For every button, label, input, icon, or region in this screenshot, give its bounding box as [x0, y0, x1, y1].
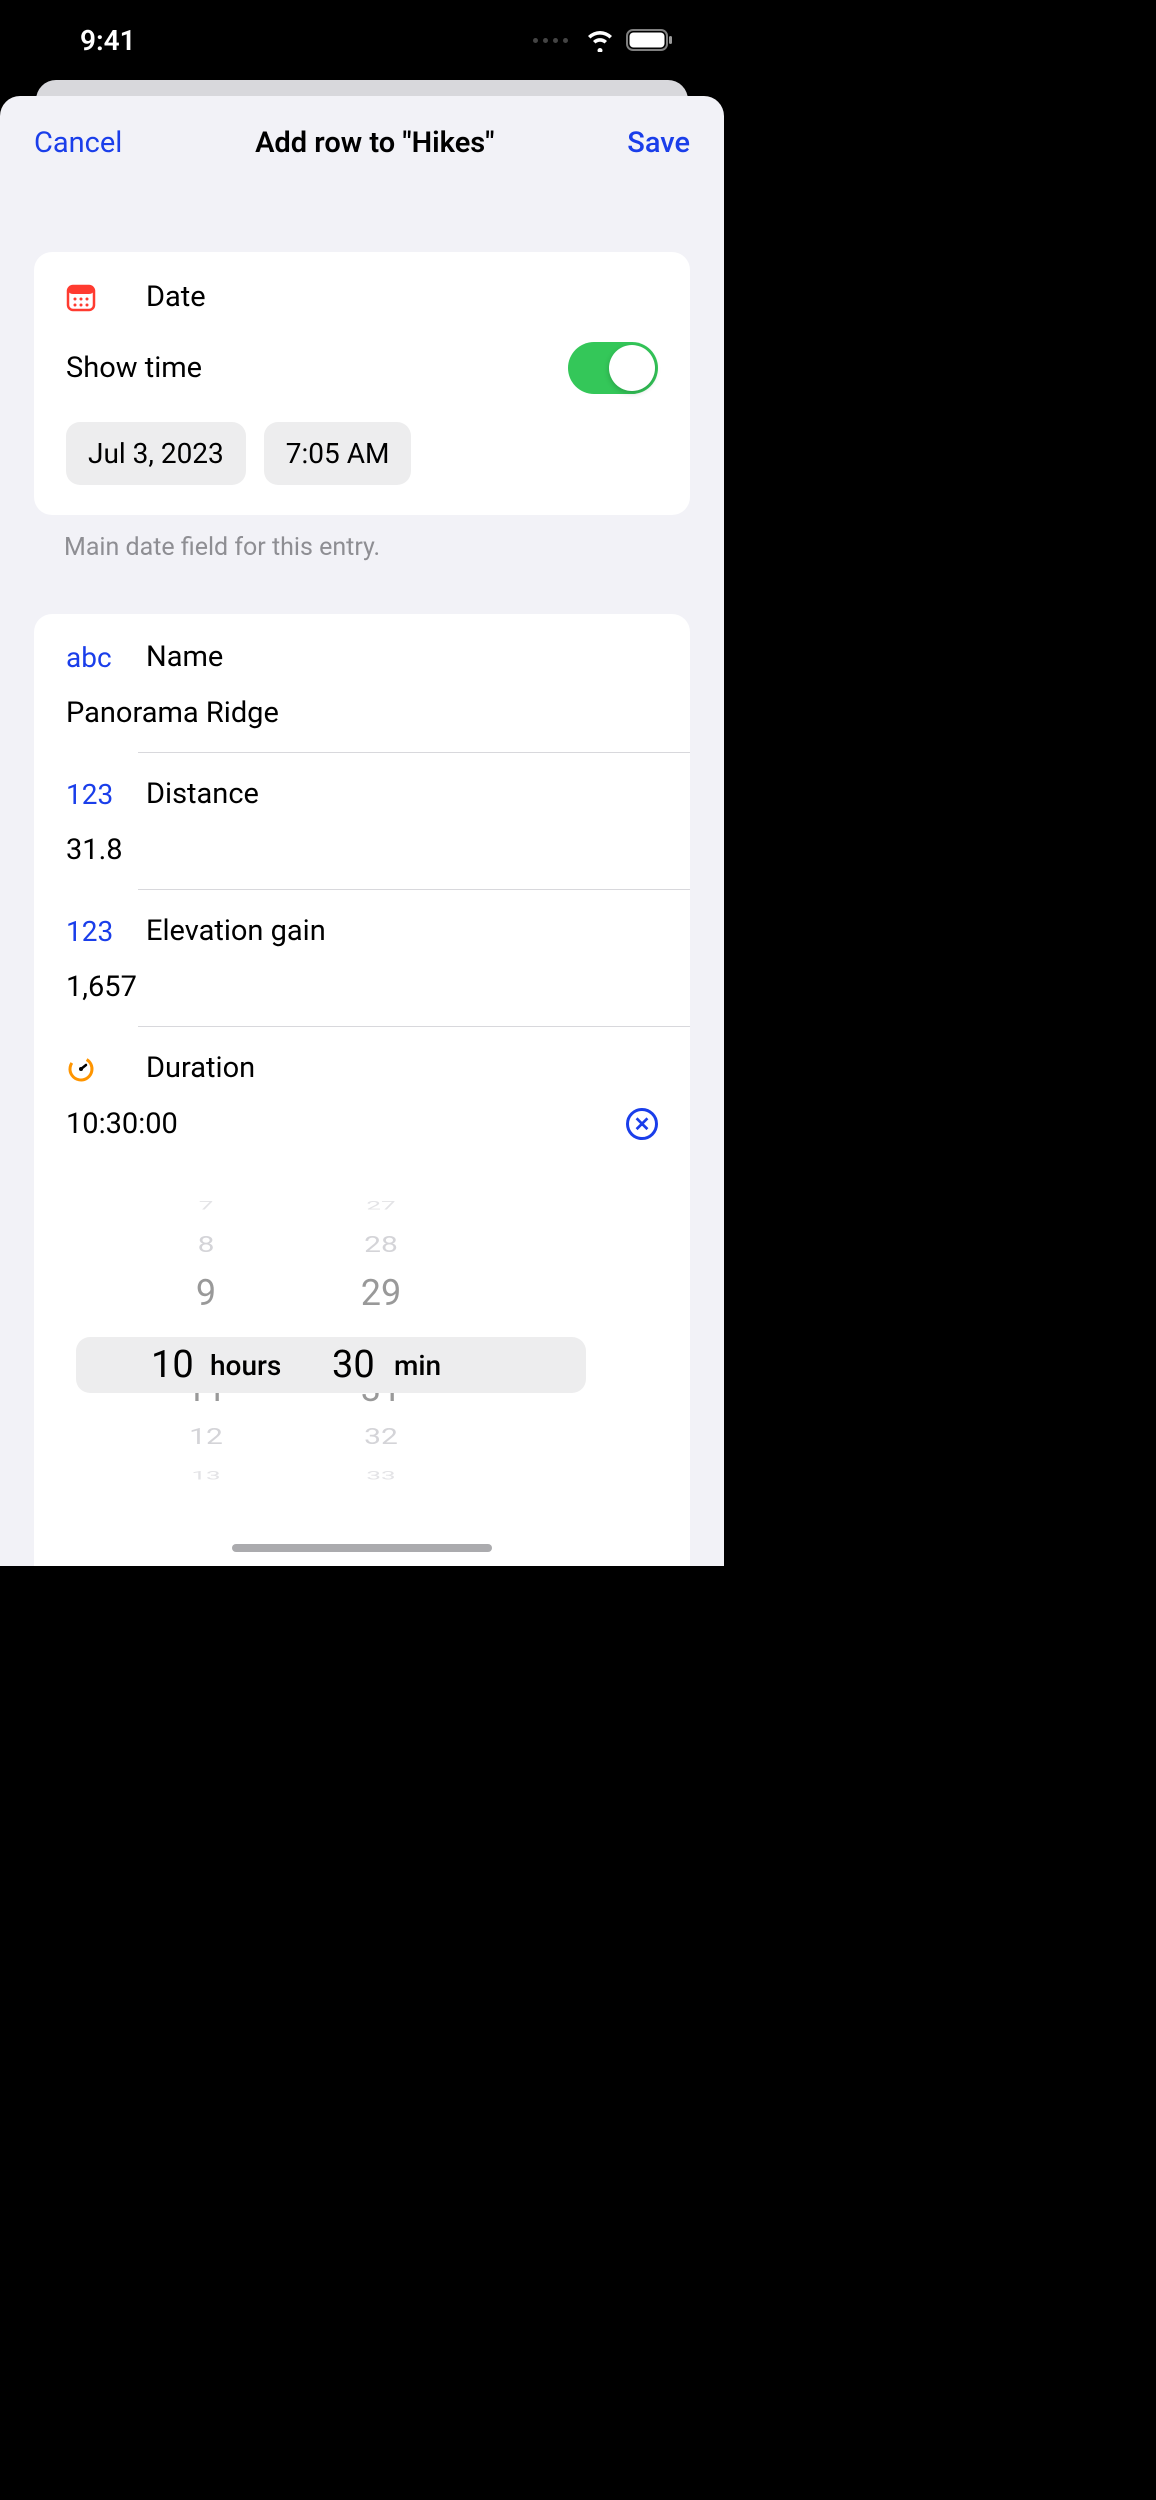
- minutes-unit-label: min: [394, 1349, 441, 1382]
- sheet-title: Add row to "Hikes": [255, 126, 494, 160]
- text-type-icon: abc: [66, 641, 120, 674]
- status-time: 9:41: [80, 24, 136, 57]
- clear-duration-button[interactable]: ✕: [626, 1108, 658, 1140]
- duration-picker[interactable]: 7 8 9 10 11 12 13 27 28 29 30 31 3: [76, 1191, 596, 1531]
- calendar-icon: [66, 282, 114, 312]
- picker-option[interactable]: 32: [364, 1419, 398, 1455]
- show-time-label: Show time: [66, 351, 202, 385]
- name-field-label: Name: [146, 640, 223, 674]
- distance-input[interactable]: [66, 811, 658, 889]
- picker-option[interactable]: 12: [189, 1419, 223, 1455]
- selected-hours: 10: [151, 1343, 194, 1387]
- hours-unit-label: hours: [210, 1349, 281, 1382]
- show-time-toggle[interactable]: [568, 342, 658, 394]
- picker-option[interactable]: 8: [198, 1227, 215, 1263]
- date-footer-text: Main date field for this entry.: [64, 533, 660, 562]
- duration-field-label: Duration: [146, 1051, 255, 1085]
- fields-card: abc Name 123 Distance 123 Elevation gain: [34, 614, 690, 1566]
- elevation-field-label: Elevation gain: [146, 914, 326, 948]
- distance-field-section: 123 Distance: [66, 753, 658, 890]
- number-type-icon: 123: [66, 915, 120, 948]
- home-indicator[interactable]: [232, 1544, 492, 1552]
- selected-minutes: 30: [332, 1343, 375, 1387]
- cellular-dots-icon: [533, 38, 568, 43]
- picker-option[interactable]: 33: [366, 1469, 395, 1483]
- duration-field-section: Duration 10:30:00 ✕ 7 8 9 10 11 12 13: [66, 1027, 658, 1531]
- picker-selection-bar: 10 hours 30 min: [76, 1337, 586, 1393]
- picker-option[interactable]: 7: [199, 1199, 214, 1213]
- modal-sheet: Cancel Add row to "Hikes" Save Date Show…: [0, 96, 724, 1566]
- picker-option[interactable]: 29: [361, 1269, 401, 1317]
- picker-option[interactable]: 9: [196, 1269, 216, 1317]
- elevation-input[interactable]: [66, 948, 658, 1026]
- picker-option[interactable]: 28: [364, 1227, 398, 1263]
- sheet-header: Cancel Add row to "Hikes" Save: [0, 96, 724, 190]
- number-type-icon: 123: [66, 778, 120, 811]
- battery-icon: [626, 28, 674, 52]
- date-card: Date Show time Jul 3, 2023 7:05 AM: [34, 252, 690, 515]
- date-field-label: Date: [146, 280, 206, 314]
- status-bar: 9:41: [0, 0, 724, 80]
- date-pill[interactable]: Jul 3, 2023: [66, 422, 246, 485]
- cancel-button[interactable]: Cancel: [34, 126, 122, 160]
- name-input[interactable]: [66, 674, 658, 752]
- name-field-section: abc Name: [66, 614, 658, 753]
- picker-option[interactable]: 27: [366, 1199, 395, 1213]
- picker-option[interactable]: 13: [191, 1469, 220, 1483]
- wifi-icon: [584, 28, 616, 52]
- distance-field-label: Distance: [146, 777, 259, 811]
- time-pill[interactable]: 7:05 AM: [264, 422, 412, 485]
- duration-value: 10:30:00: [66, 1107, 178, 1141]
- timer-icon: [66, 1053, 120, 1083]
- save-button[interactable]: Save: [627, 126, 690, 160]
- elevation-field-section: 123 Elevation gain: [66, 890, 658, 1027]
